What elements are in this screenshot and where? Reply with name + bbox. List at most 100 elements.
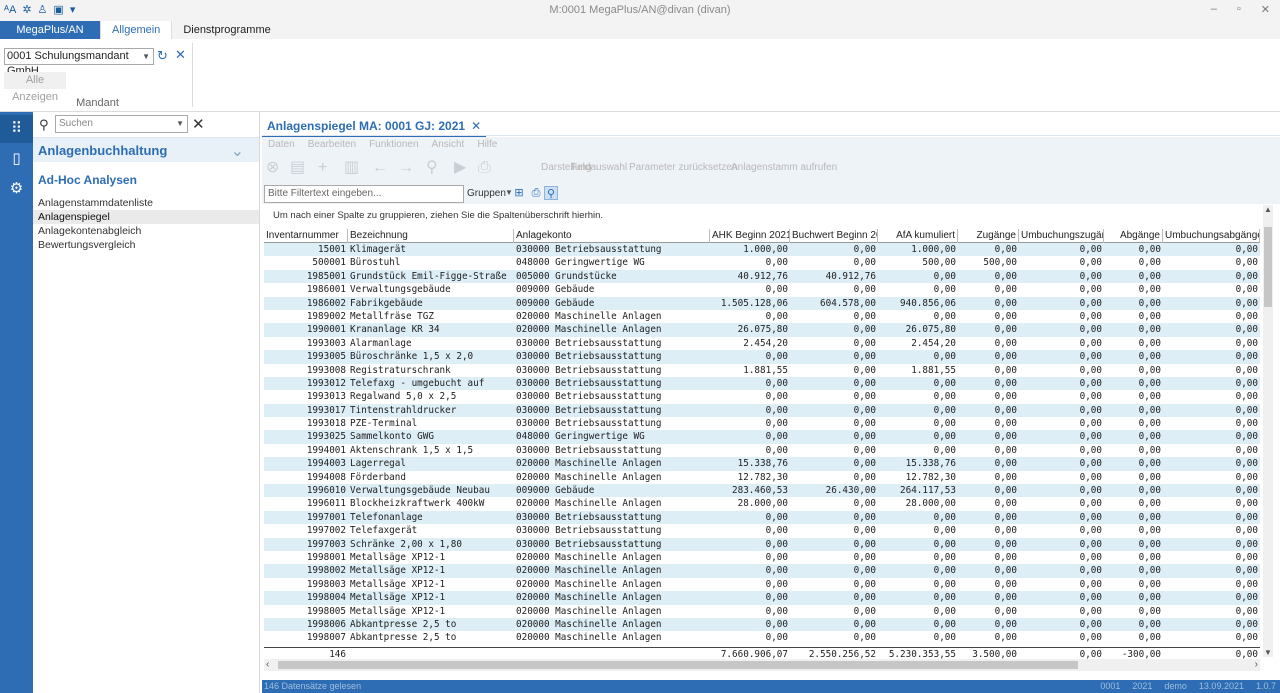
table-row[interactable]: 1998001 Metallsäge XP12-1 020000 Maschinel… bbox=[264, 551, 1260, 564]
filter-input[interactable]: Bitte Filtertext eingeben... bbox=[264, 185, 464, 203]
table-row[interactable]: 1997003 Schränke 2,00 x 1,80 030000 Betrie… bbox=[264, 537, 1260, 551]
col-inventarnummer-header[interactable]: Inventarnummer bbox=[264, 229, 348, 243]
play-icon[interactable]: ▶ bbox=[454, 159, 466, 177]
table-row[interactable]: 1996011 Blockheizkraftwerk 400kW 020000 Ma… bbox=[264, 497, 1260, 510]
col-afa-kumuliert-cell: 0,00 bbox=[933, 404, 956, 416]
feldauswahl-button[interactable]: Feldauswahl bbox=[571, 162, 627, 173]
table-row[interactable]: 1998002 Metallsäge XP12-1 020000 Maschinel… bbox=[264, 564, 1260, 578]
horizontal-scrollbar[interactable]: ‹ › bbox=[264, 659, 1260, 671]
col-inventarnummer-cell: 1998006 bbox=[306, 618, 346, 630]
menu-daten[interactable]: Daten bbox=[268, 137, 308, 153]
table-row[interactable]: 1993008 Registraturschrank 030000 Betriebs… bbox=[264, 364, 1260, 377]
table-row[interactable]: 1993025 Sammelkonto GWG 048000 Geringwerti… bbox=[264, 430, 1260, 444]
nav-item-bewertungsvergleich[interactable]: Bewertungsvergleich bbox=[33, 238, 260, 252]
excel-export-icon[interactable]: ⊞ bbox=[512, 186, 526, 200]
table-row[interactable]: 1994001 Aktenschrank 1,5 x 1,5 030000 Betr… bbox=[264, 444, 1260, 457]
col-anlagekonto-header[interactable]: Anlagekonto bbox=[514, 229, 710, 243]
close-icon[interactable]: ✕ bbox=[192, 115, 205, 133]
delete-icon[interactable]: ▥ bbox=[344, 159, 359, 177]
menu-funktionen[interactable]: Funktionen bbox=[369, 137, 431, 153]
close-icon[interactable]: ✕ bbox=[471, 119, 481, 133]
vertical-scrollbar[interactable]: ▲ ▼ bbox=[1263, 205, 1273, 657]
scroll-right-icon[interactable]: › bbox=[1255, 659, 1258, 671]
table-row[interactable]: 1998007 Abkantpresse 2,5 to 020000 Maschin… bbox=[264, 631, 1260, 644]
table-row[interactable]: 1998006 Abkantpresse 2,5 to 020000 Maschin… bbox=[264, 617, 1260, 632]
col-umbuchungszugaenge-cell: 0,00 bbox=[1079, 351, 1102, 363]
table-row[interactable]: 500001 Bürostuhl 048000 Geringwertige WG 0,… bbox=[264, 256, 1260, 269]
parameter-zuruecksetzen-button[interactable]: Parameter zurücksetzen bbox=[629, 162, 737, 173]
panel-divider[interactable] bbox=[259, 112, 260, 693]
table-row[interactable]: 1993005 Büroschränke 1,5 x 2,0 030000 Betr… bbox=[264, 350, 1260, 364]
mandant-select[interactable]: 0001 Schulungsmandant GmbH ▼ bbox=[4, 48, 154, 77]
table-row[interactable]: 1993003 Alarmanlage 030000 Betriebsausstat… bbox=[264, 337, 1260, 350]
nav-item-anlagenspiegel[interactable]: Anlagenspiegel bbox=[33, 210, 260, 224]
gear-icon[interactable]: ⚙ bbox=[0, 175, 33, 203]
gruppen-dropdown[interactable]: Gruppen bbox=[467, 188, 506, 199]
add-icon[interactable]: + bbox=[318, 159, 327, 177]
scrollbar-thumb[interactable] bbox=[278, 661, 1078, 669]
table-row[interactable]: 1989002 Metallfräse TGZ 020000 Maschinelle… bbox=[264, 310, 1260, 323]
restore-button[interactable]: ▫ bbox=[1237, 3, 1241, 16]
chevron-down-icon[interactable]: ▼ bbox=[176, 116, 184, 132]
scroll-up-icon[interactable]: ▲ bbox=[1263, 205, 1273, 214]
menu-hilfe[interactable]: Hilfe bbox=[477, 137, 510, 153]
print-icon[interactable]: ⎙ bbox=[478, 159, 491, 177]
table-row[interactable]: 1994003 Lagerregal 020000 Maschinelle Anla… bbox=[264, 457, 1260, 471]
menu-bearbeiten[interactable]: Bearbeiten bbox=[308, 137, 369, 153]
table-row[interactable]: 1986002 Fabrikgebäude 009000 Gebäude 1.505.… bbox=[264, 296, 1260, 310]
table-row[interactable]: 1990001 Krananlage KR 34 020000 Maschinell… bbox=[264, 323, 1260, 337]
tab-file-menu[interactable]: MegaPlus/AN bbox=[0, 21, 100, 39]
col-abgaenge-cell: 0,00 bbox=[1138, 444, 1161, 456]
table-row[interactable]: 1997002 Telefaxgerät 030000 Betriebsaussta… bbox=[264, 524, 1260, 537]
table-row[interactable]: 1986001 Verwaltungsgebäude 009000 Gebäude 0… bbox=[264, 283, 1260, 296]
col-buchwert-beginn-header[interactable]: Buchwert Beginn 2021 bbox=[790, 229, 878, 243]
table-row[interactable]: 1993018 PZE-Terminal 030000 Betriebsaussta… bbox=[264, 417, 1260, 430]
col-umbuchungszugaenge-header[interactable]: Umbuchungszugänge bbox=[1019, 229, 1104, 243]
anlagenstamm-aufrufen-button[interactable]: Anlagenstamm aufrufen bbox=[731, 162, 837, 173]
table-row[interactable]: 15001 Klimagerät 030000 Betriebsausstattun… bbox=[264, 243, 1260, 257]
scroll-down-icon[interactable]: ▼ bbox=[1263, 648, 1273, 657]
refresh-icon[interactable]: ↻ bbox=[157, 48, 168, 64]
alle-anzeigen-button[interactable]: Alle Anzeigen bbox=[4, 72, 66, 103]
menu-ansicht[interactable]: Ansicht bbox=[432, 137, 478, 153]
bookmark-icon[interactable]: ▯ bbox=[0, 145, 33, 173]
col-zugaenge-header[interactable]: Zugänge bbox=[958, 229, 1019, 243]
nav-item-anlagekontenabgleich[interactable]: Anlagekontenabgleich bbox=[33, 224, 260, 238]
col-bezeichnung-header[interactable]: Bezeichnung bbox=[348, 229, 514, 243]
tab-allgemein[interactable]: Allgemein bbox=[100, 21, 173, 39]
arrow-right-icon[interactable]: → bbox=[398, 159, 414, 177]
scroll-left-icon[interactable]: ‹ bbox=[266, 659, 269, 671]
col-abgaenge-cell: 0,00 bbox=[1138, 551, 1161, 563]
col-abgaenge-header[interactable]: Abgänge bbox=[1104, 229, 1163, 243]
table-row[interactable]: 1993017 Tintenstrahldrucker 030000 Betrieb… bbox=[264, 403, 1260, 418]
table-row[interactable]: 1998005 Metallsäge XP12-1 020000 Maschinel… bbox=[264, 605, 1260, 618]
group-drop-area[interactable]: Um nach einer Spalte zu gruppieren, zieh… bbox=[262, 204, 1262, 228]
arrow-left-icon[interactable]: ← bbox=[372, 159, 388, 177]
nav-module-header[interactable]: Anlagenbuchhaltung ⌄ bbox=[33, 137, 260, 162]
search-icon[interactable]: ⚲ bbox=[544, 186, 558, 200]
col-umbuchungsabgaenge-header[interactable]: Umbuchungsabgänge bbox=[1163, 229, 1260, 243]
apps-icon[interactable]: ⠿ bbox=[0, 115, 33, 143]
table-row[interactable]: 1998004 Metallsäge XP12-1 020000 Maschinel… bbox=[264, 591, 1260, 605]
table-row[interactable]: 1994008 Förderband 020000 Maschinelle Anla… bbox=[264, 471, 1260, 484]
print-icon[interactable]: ⎙ bbox=[529, 186, 543, 200]
table-row[interactable]: 1993012 Telefaxg - umgebucht auf 030000 Be… bbox=[264, 376, 1260, 391]
table-row[interactable]: 1985001 Grundstück Emil-Figge-Straße 00500… bbox=[264, 269, 1260, 284]
scrollbar-thumb[interactable] bbox=[1264, 227, 1272, 307]
close-button[interactable]: ✕ bbox=[1261, 3, 1270, 16]
cancel-icon[interactable]: ⊗ bbox=[266, 159, 279, 177]
table-row[interactable]: 1998003 Metallsäge XP12-1 020000 Maschinel… bbox=[264, 578, 1260, 591]
table-row[interactable]: 1993013 Regalwand 5,0 x 2,5 030000 Betrieb… bbox=[264, 390, 1260, 403]
nav-item-anlagenstammdatenliste[interactable]: Anlagenstammdatenliste bbox=[33, 196, 260, 210]
nav-search-input[interactable]: Suchen ▼ bbox=[55, 115, 188, 133]
table-row[interactable]: 1996010 Verwaltungsgebäude Neubau 009000 G… bbox=[264, 484, 1260, 498]
minimize-button[interactable]: – bbox=[1211, 3, 1217, 16]
col-ahk-beginn-header[interactable]: AHK Beginn 2021 bbox=[710, 229, 790, 243]
table-row[interactable]: 1997001 Telefonanlage 030000 Betriebsausst… bbox=[264, 510, 1260, 525]
save-icon[interactable]: ▤ bbox=[290, 159, 305, 177]
chevron-down-icon[interactable]: ⌄ bbox=[231, 141, 244, 161]
search-icon[interactable]: ⚲ bbox=[426, 159, 438, 177]
tab-dienstprogramme[interactable]: Dienstprogramme bbox=[172, 21, 281, 39]
col-afa-kumuliert-header[interactable]: AfA kumuliert bbox=[878, 229, 958, 243]
close-icon[interactable]: ✕ bbox=[175, 47, 186, 63]
